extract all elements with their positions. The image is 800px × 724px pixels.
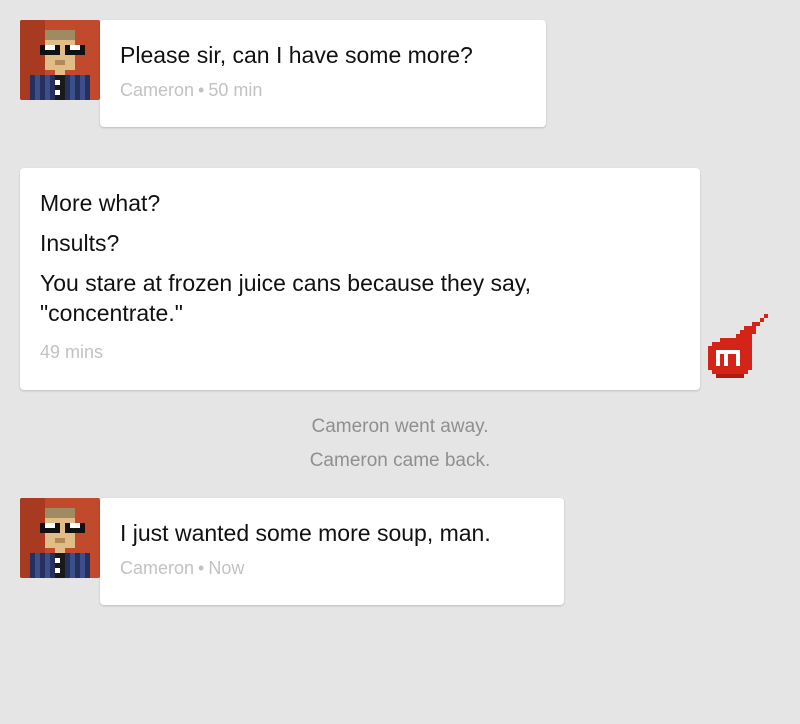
message-author: Cameron (120, 80, 195, 100)
status-event: Cameron went away. (311, 416, 489, 437)
message-author: Cameron (120, 558, 195, 578)
flaming-m-logo-icon (708, 314, 768, 378)
bot-avatar[interactable] (700, 306, 780, 390)
message-meta: Cameron • Now (120, 558, 544, 579)
user-avatar[interactable] (20, 498, 100, 578)
user-avatar[interactable] (20, 20, 100, 100)
message-text: Insults? (40, 230, 120, 256)
pixel-man-icon (20, 498, 100, 578)
message-text: More what? (40, 190, 161, 216)
message-text: Please sir, can I have some more? (120, 42, 473, 68)
message-meta: Cameron • 50 min (120, 80, 526, 101)
message-bubble: Please sir, can I have some more? Camero… (100, 20, 546, 127)
message-time: 50 min (208, 80, 263, 100)
pixel-man-icon (20, 20, 100, 100)
status-event: Cameron came back. (309, 450, 491, 471)
bot-message-bubble: More what? Insults? You stare at frozen … (20, 168, 700, 390)
message-text: You stare at frozen juice cans because t… (40, 270, 531, 326)
message-time: 49 mins (40, 342, 104, 362)
meta-separator: • (198, 558, 205, 578)
meta-separator: • (198, 80, 205, 100)
message-time: Now (208, 558, 245, 578)
message-bubble: I just wanted some more soup, man. Camer… (100, 498, 564, 605)
message-text: I just wanted some more soup, man. (120, 520, 491, 546)
